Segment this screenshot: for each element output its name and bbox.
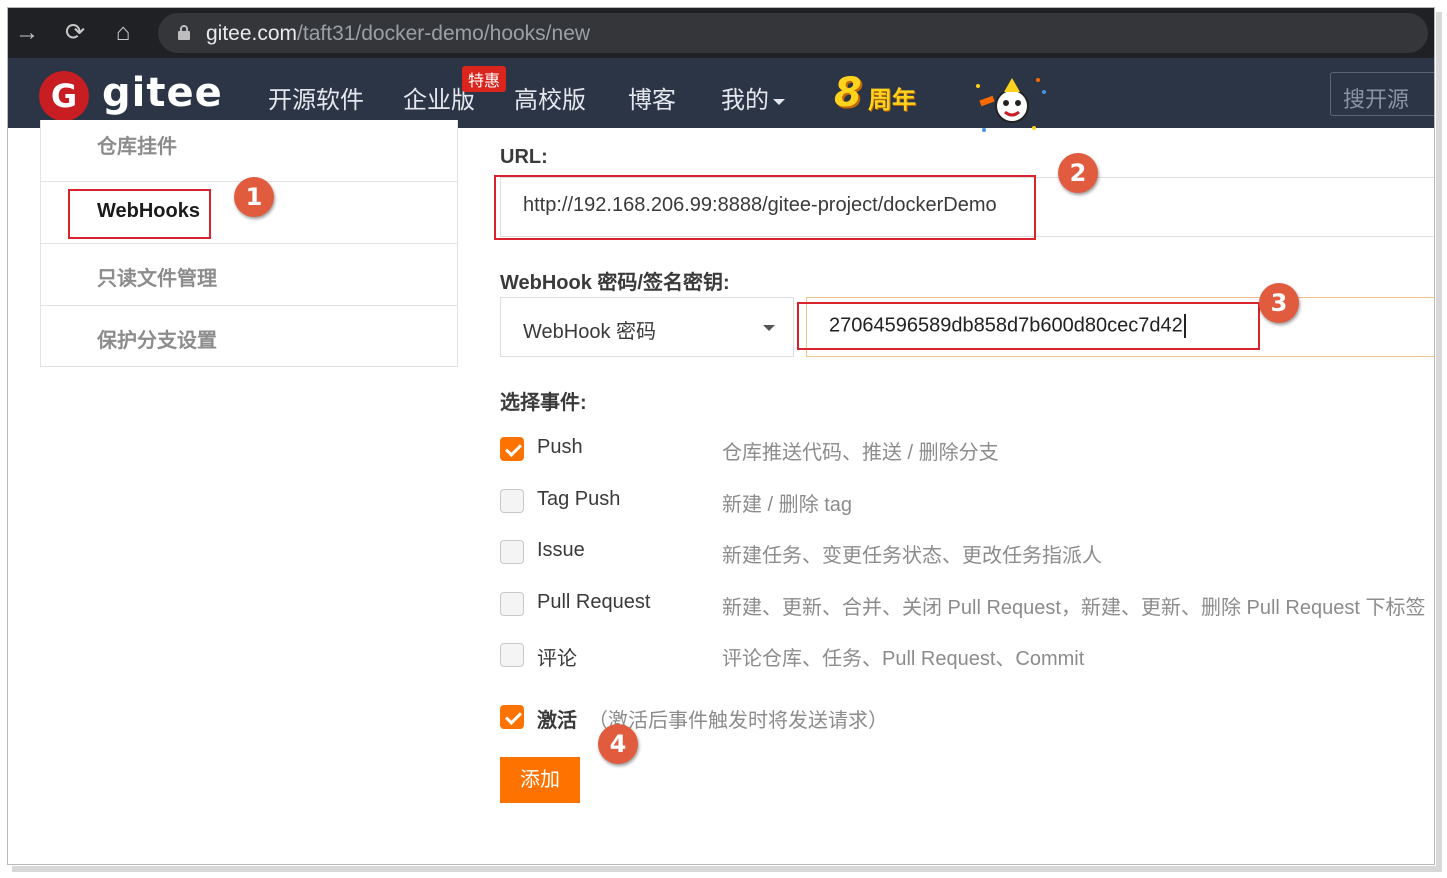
nav-education[interactable]: 高校版 — [514, 80, 586, 115]
issue-checkbox[interactable] — [500, 540, 524, 564]
event-description: 评论仓库、任务、Pull Request、Commit — [722, 648, 1085, 670]
screenshot-frame: → ⟳ ⌂ gitee.com/taft31/docker-demo/hooks… — [7, 7, 1435, 865]
sidebar-item-label: 仓库挂件 — [97, 136, 177, 158]
url-path: /taft31/docker-demo/hooks/new — [297, 22, 591, 45]
address-bar[interactable]: gitee.com/taft31/docker-demo/hooks/new — [158, 13, 1428, 53]
gitee-logo-icon[interactable]: G — [39, 71, 89, 121]
sidebar-item-protected-branches[interactable]: 保护分支设置 — [41, 306, 457, 368]
add-button[interactable]: 添加 — [500, 757, 580, 803]
nav-blog[interactable]: 博客 — [628, 80, 676, 115]
chevron-down-icon — [773, 98, 785, 105]
sidebar-item-label: 保护分支设置 — [97, 330, 217, 352]
annotation-marker-3: 3 — [1259, 283, 1299, 323]
annotation-marker-2: 2 — [1058, 153, 1098, 193]
address-url: gitee.com/taft31/docker-demo/hooks/new — [206, 22, 590, 46]
nav-mine-label: 我的 — [721, 87, 769, 114]
text-cursor — [1183, 314, 1186, 338]
sidebar-item-widgets[interactable]: 仓库挂件 — [41, 120, 457, 182]
event-description: 新建任务、变更任务状态、更改任务指派人 — [722, 545, 1102, 567]
push-checkbox[interactable] — [500, 437, 524, 461]
comment-checkbox[interactable] — [500, 643, 524, 667]
sidebar-item-readonly-files[interactable]: 只读文件管理 — [41, 244, 457, 306]
gitee-logo-text[interactable]: gitee — [102, 70, 223, 116]
event-name: 评论 — [537, 648, 577, 670]
browser-toolbar: → ⟳ ⌂ gitee.com/taft31/docker-demo/hooks… — [8, 8, 1434, 58]
pull-request-checkbox[interactable] — [500, 592, 524, 616]
back-arrow-icon[interactable]: → — [10, 16, 44, 50]
event-description: 新建、更新、合并、关闭 Pull Request，新建、更新、删除 Pull R… — [722, 597, 1426, 619]
event-description: 仓库推送代码、推送 / 删除分支 — [722, 442, 999, 464]
search-input[interactable]: 搜开源 — [1330, 72, 1434, 116]
event-name: Push — [537, 436, 583, 458]
frame-shadow-bottom — [12, 866, 1442, 872]
sidebar-item-label: WebHooks — [97, 200, 200, 222]
activate-label: 激活 — [537, 710, 577, 732]
secret-input[interactable]: 27064596589db858d7b600d80cec7d42 — [806, 297, 1434, 357]
activate-hint: （激活后事件触发时将发送请求） — [588, 710, 888, 732]
anniversary-text: 周年 — [868, 87, 916, 114]
event-name: Pull Request — [537, 591, 651, 613]
anniversary-number: 8 — [834, 70, 862, 116]
dropdown-arrow-icon — [763, 325, 775, 331]
secret-label: WebHook 密码/签名密钥: — [500, 272, 730, 294]
url-input-value: http://192.168.206.99:8888/gitee-project… — [523, 194, 997, 216]
url-input[interactable]: http://192.168.206.99:8888/gitee-project… — [500, 177, 1434, 237]
home-icon[interactable]: ⌂ — [106, 16, 140, 50]
anniversary-banner[interactable]: 8 周年 — [832, 68, 1062, 138]
frame-shadow-right — [1436, 12, 1442, 870]
tag-push-checkbox[interactable] — [500, 489, 524, 513]
nav-mine[interactable]: 我的 — [721, 80, 785, 115]
search-placeholder: 搜开源 — [1343, 87, 1410, 112]
settings-sidebar: 仓库挂件 WebHooks 只读文件管理 保护分支设置 — [40, 120, 458, 367]
activate-checkbox[interactable] — [500, 705, 524, 729]
mascot-icon — [976, 78, 1046, 132]
event-description: 新建 / 删除 tag — [722, 494, 853, 516]
annotation-marker-1: 1 — [234, 177, 274, 217]
promo-badge: 特惠 — [462, 66, 507, 92]
event-name: Issue — [537, 539, 585, 561]
reload-icon[interactable]: ⟳ — [58, 16, 92, 50]
annotation-marker-4: 4 — [598, 724, 638, 764]
events-label: 选择事件: — [500, 392, 587, 414]
nav-open-source[interactable]: 开源软件 — [268, 80, 364, 115]
lock-icon — [178, 25, 190, 40]
secret-input-value: 27064596589db858d7b600d80cec7d42 — [829, 314, 1186, 338]
secret-type-select[interactable]: WebHook 密码 — [500, 297, 794, 357]
url-host: gitee.com — [206, 22, 298, 45]
secret-type-value: WebHook 密码 — [523, 321, 657, 343]
sidebar-item-label: 只读文件管理 — [97, 268, 217, 290]
url-label: URL: — [500, 146, 548, 168]
site-header: G gitee 开源软件 企业版 特惠 高校版 博客 我的 8 周年 搜开源 — [8, 58, 1434, 132]
secret-value-text: 27064596589db858d7b600d80cec7d42 — [829, 314, 1183, 337]
event-name: Tag Push — [537, 488, 621, 510]
